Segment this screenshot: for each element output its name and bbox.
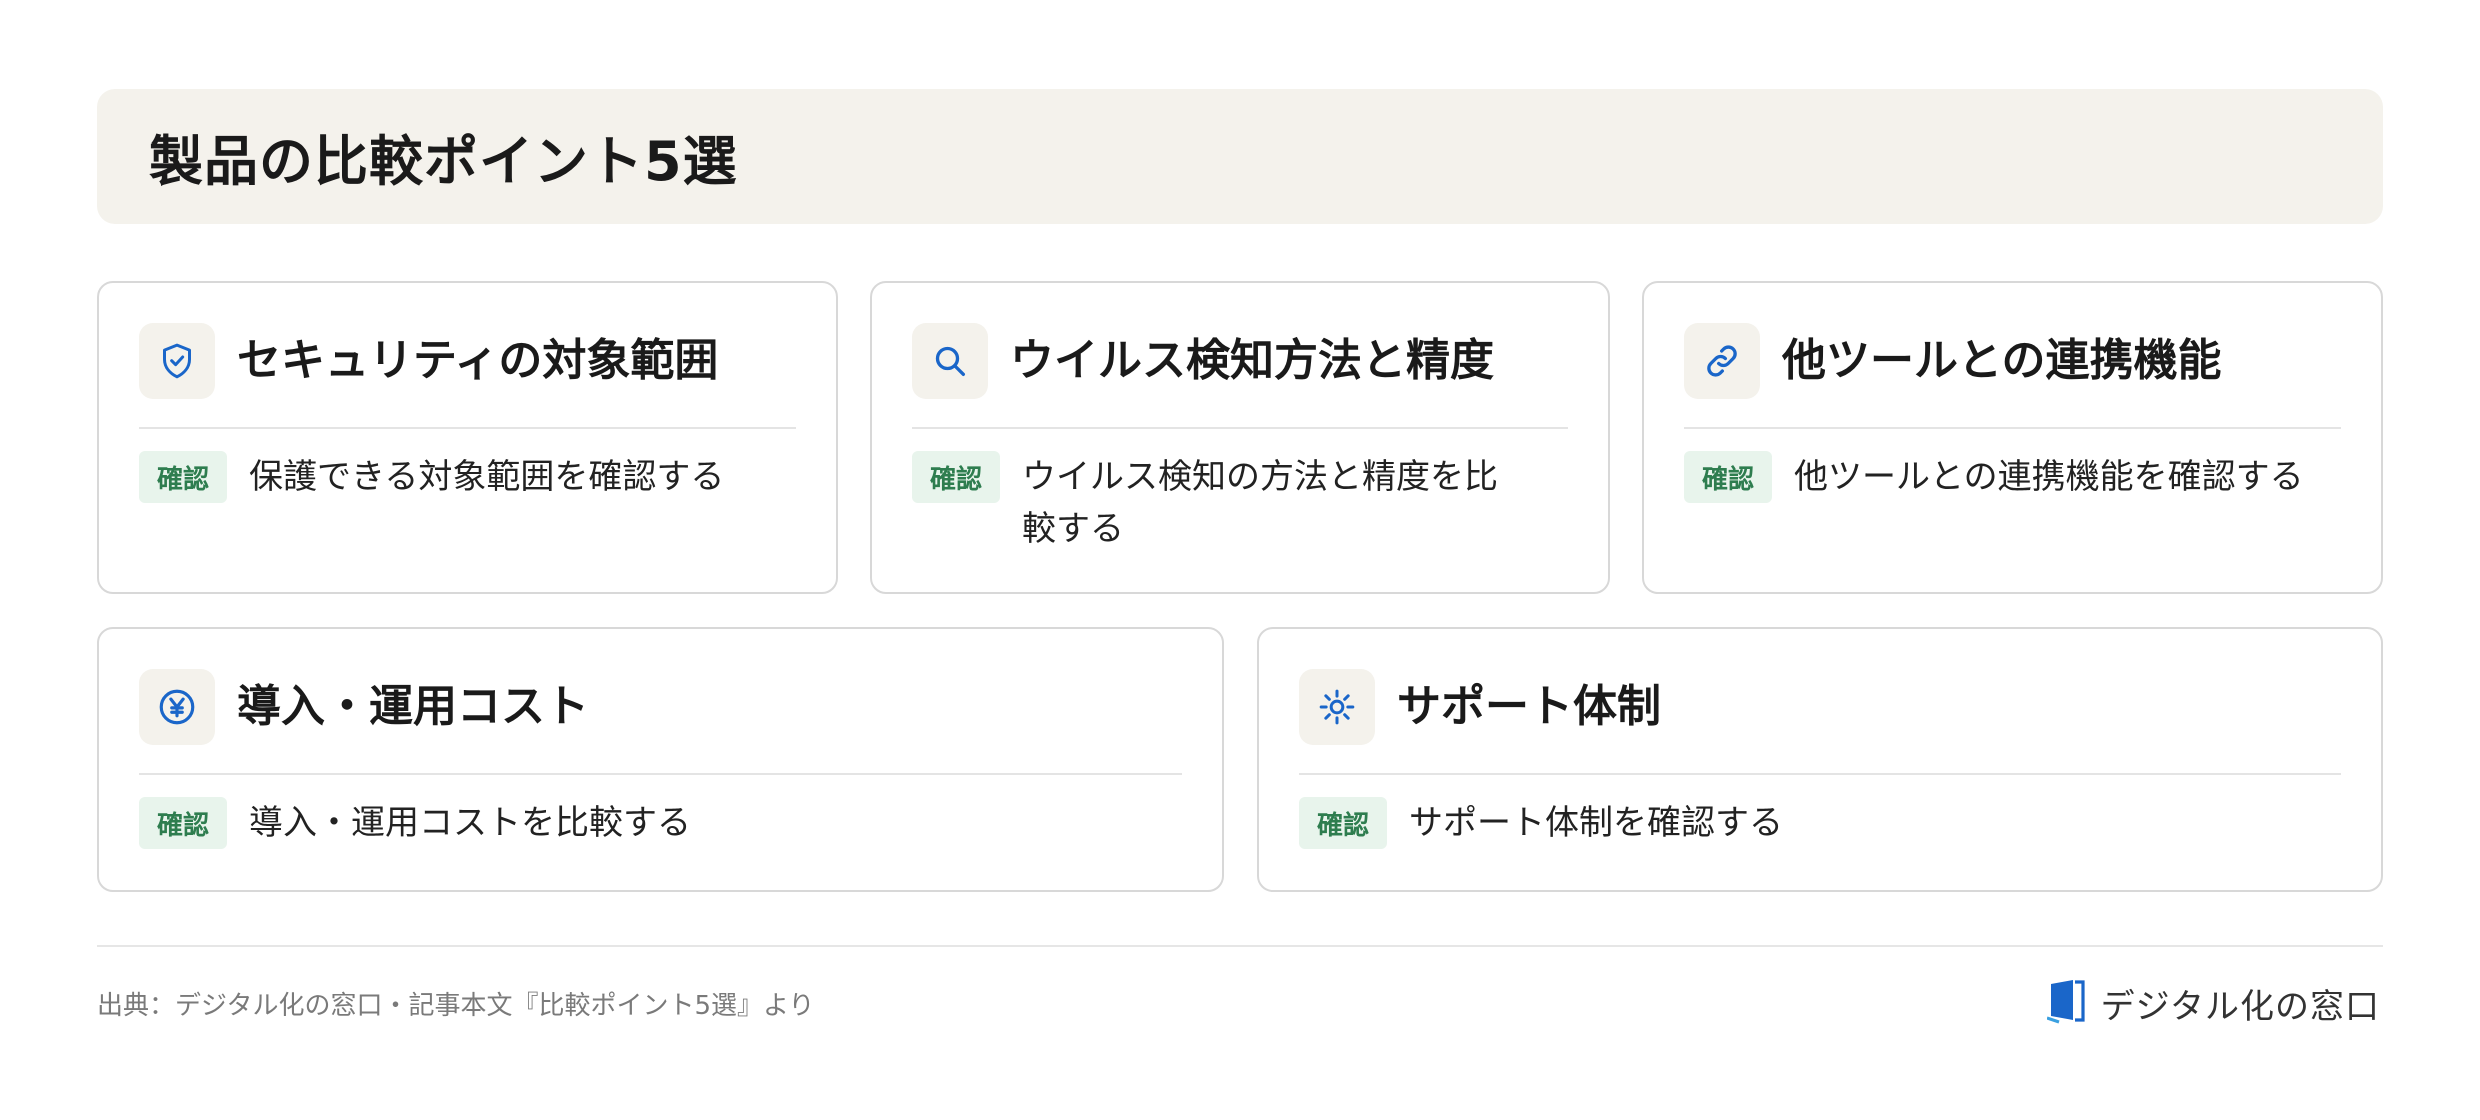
brand-mark-icon [2046, 978, 2087, 1028]
link-icon [1684, 323, 1760, 399]
card-support: サポート体制 確認 サポート体制を確認する [1257, 627, 2383, 892]
card-title: 他ツールとの連携機能 [1782, 335, 2222, 386]
card-virus-detection: ウイルス検知方法と精度 確認 ウイルス検知の方法と精度を比較する [870, 281, 1610, 594]
shield-check-icon [139, 323, 215, 399]
sun-icon [1299, 669, 1375, 745]
confirm-badge: 確認 [1684, 451, 1772, 503]
card-text: 他ツールとの連携機能を確認する [1794, 457, 2304, 497]
yen-icon [139, 669, 215, 745]
card-text: 導入・運用コストを比較する [249, 803, 691, 843]
card-title: 導入・運用コスト [237, 681, 589, 732]
brand-name: デジタル化の窓口 [2100, 986, 2380, 1027]
footer-divider [97, 945, 2383, 947]
search-icon [912, 323, 988, 399]
card-body: 確認 他ツールとの連携機能を確認する [1684, 451, 2341, 503]
card-text: サポート体制を確認する [1409, 803, 1783, 843]
brand-logo: デジタル化の窓口 [2046, 978, 2380, 1028]
card-header: サポート体制 [1299, 669, 2341, 775]
card-header: 他ツールとの連携機能 [1684, 323, 2341, 429]
confirm-badge: 確認 [139, 797, 227, 849]
page-title: 製品の比較ポイント5選 [149, 130, 738, 193]
card-cost: 導入・運用コスト 確認 導入・運用コストを比較する [97, 627, 1224, 892]
card-header: 導入・運用コスト [139, 669, 1182, 775]
confirm-badge: 確認 [139, 451, 227, 503]
card-header: セキュリティの対象範囲 [139, 323, 796, 429]
card-text: ウイルス検知の方法と精度を比較する [1022, 457, 1498, 549]
card-security-scope: セキュリティの対象範囲 確認 保護できる対象範囲を確認する [97, 281, 838, 594]
card-body: 確認 保護できる対象範囲を確認する [139, 451, 796, 503]
confirm-badge: 確認 [912, 451, 1000, 503]
card-body: 確認 ウイルス検知の方法と精度を比較する [912, 451, 1568, 555]
card-title: ウイルス検知方法と精度 [1010, 335, 1494, 386]
card-text: 保護できる対象範囲を確認する [249, 457, 725, 497]
card-title: サポート体制 [1397, 681, 1661, 732]
card-body: 確認 導入・運用コストを比較する [139, 797, 1182, 849]
card-title: セキュリティの対象範囲 [237, 335, 719, 386]
title-banner: 製品の比較ポイント5選 [97, 89, 2383, 224]
confirm-badge: 確認 [1299, 797, 1387, 849]
card-header: ウイルス検知方法と精度 [912, 323, 1568, 429]
card-tool-integration: 他ツールとの連携機能 確認 他ツールとの連携機能を確認する [1642, 281, 2383, 594]
source-citation: 出典：デジタル化の窓口・記事本文『比較ポイント5選』より [97, 991, 815, 1021]
card-body: 確認 サポート体制を確認する [1299, 797, 2341, 849]
